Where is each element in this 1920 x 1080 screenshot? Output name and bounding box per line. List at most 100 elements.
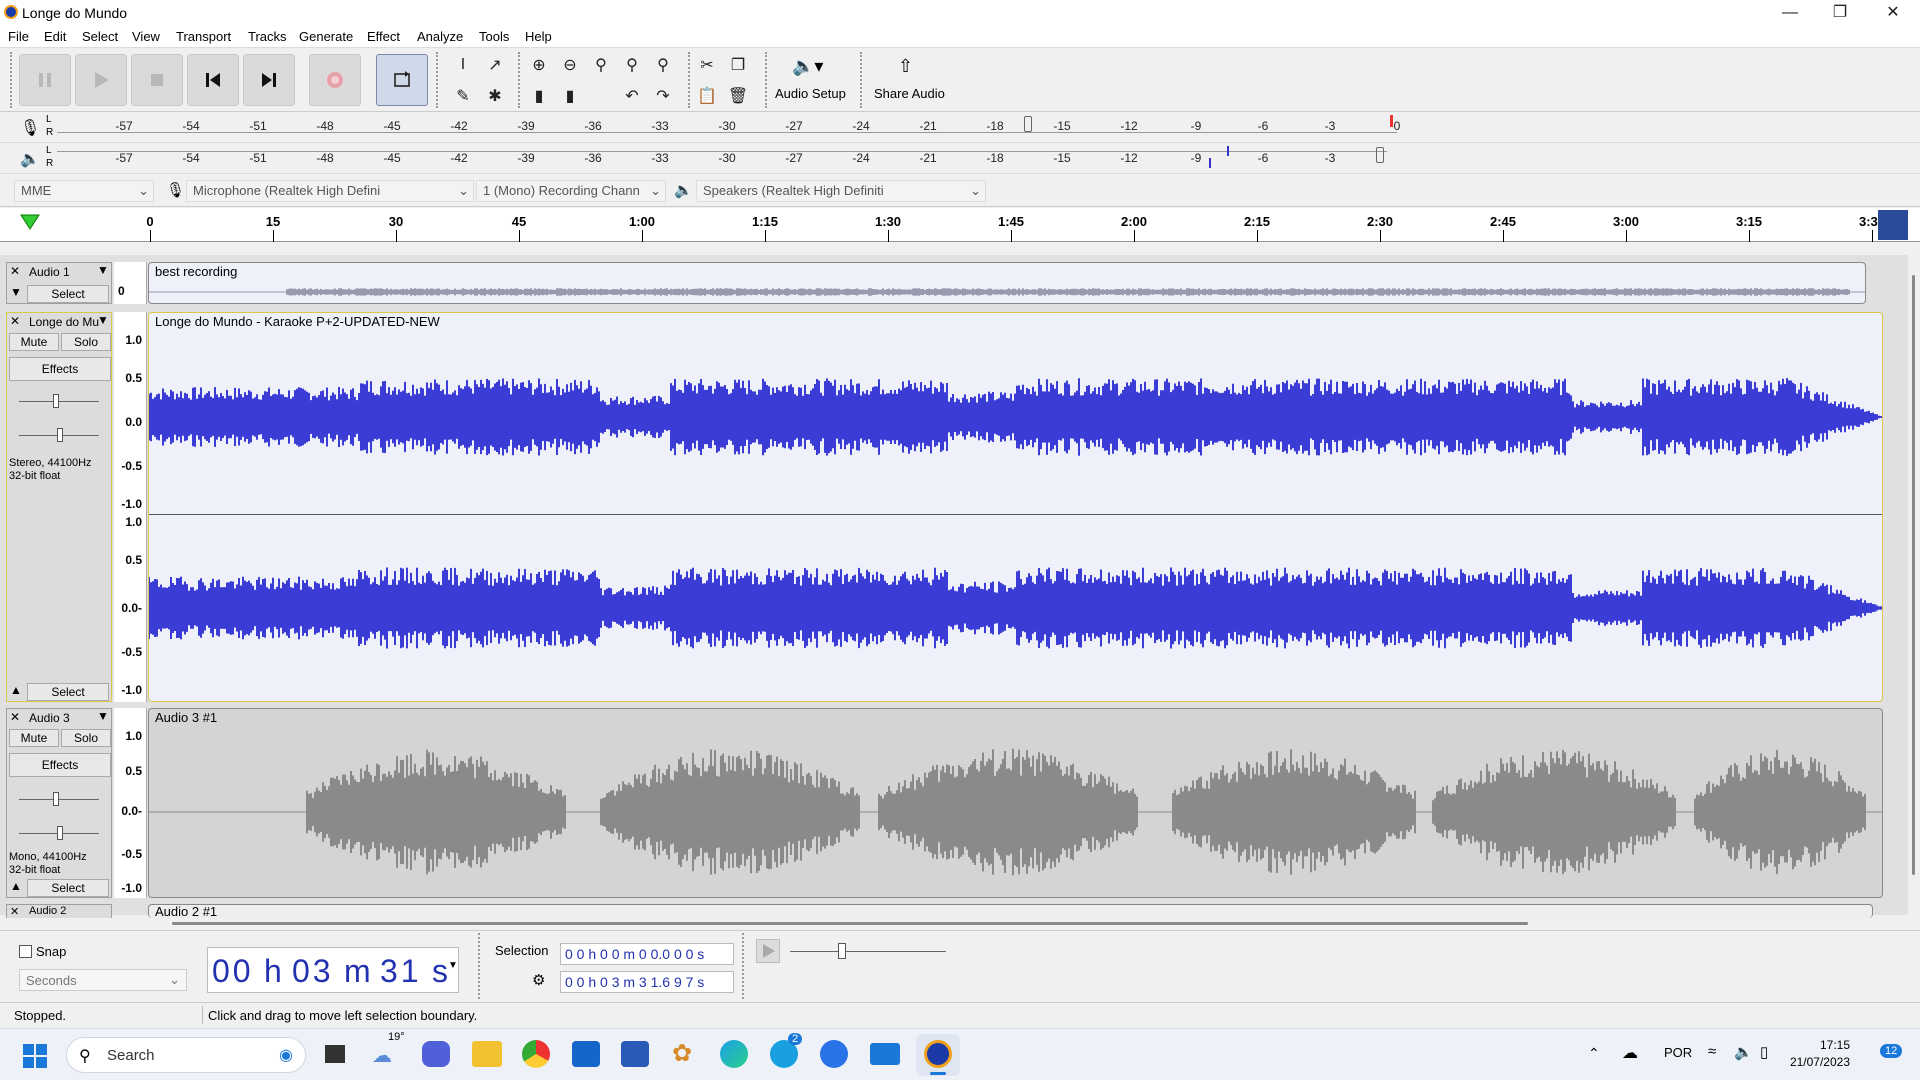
effects-button[interactable]: Effects [9, 753, 111, 777]
multi-tool-icon[interactable]: ✱ [481, 83, 509, 109]
toolbar-grip[interactable] [765, 52, 770, 108]
zoom-toggle-icon[interactable]: ⚲ [649, 52, 677, 78]
pan-slider-thumb[interactable] [57, 428, 63, 442]
pan-slider-thumb[interactable] [57, 826, 63, 840]
draw-tool-icon[interactable]: ✎ [449, 83, 477, 109]
track-name[interactable]: Longe do Mu [29, 315, 99, 329]
onedrive-icon[interactable]: ☁ [1622, 1043, 1638, 1063]
playback-meter[interactable]: 🔈 L R -57 -54 -51 -48 -45 -42 -39 -36 -33 -30 -27 -… [0, 144, 1920, 174]
copy-icon[interactable]: ❐ [724, 52, 752, 78]
undo-icon[interactable]: ↶ [618, 83, 646, 109]
track-control-audio-1[interactable]: ✕ Audio 1 ▼ ▼ Select [6, 262, 112, 304]
snap-unit-select[interactable]: Seconds ⌄ [19, 969, 187, 991]
collapse-track-icon[interactable]: ▼ [10, 285, 22, 299]
gain-slider-thumb[interactable] [53, 394, 59, 408]
record-level-slider[interactable] [1024, 116, 1032, 132]
clip-audio-3[interactable]: Audio 3 #1 [148, 708, 1883, 898]
edge-icon[interactable] [720, 1040, 748, 1068]
language-indicator[interactable]: POR [1664, 1045, 1692, 1060]
paint-icon[interactable]: ✿ [672, 1039, 692, 1068]
collapse-track-icon[interactable]: ▲ [10, 683, 22, 697]
selection-end-field[interactable]: 0 0 h 0 3 m 3 1.6 9 7 s [560, 971, 734, 993]
select-button[interactable]: Select [27, 285, 109, 303]
wifi-icon[interactable]: ≈ [1708, 1043, 1716, 1060]
close-track-icon[interactable]: ✕ [10, 905, 19, 918]
clip-longe-do-mundo[interactable]: Longe do Mundo - Karaoke P+2-UPDATED-NEW [148, 312, 1883, 702]
menu-generate[interactable]: Generate [299, 29, 353, 44]
battery-icon[interactable]: ▯ [1760, 1043, 1768, 1061]
horizontal-scroll-thumb[interactable] [172, 922, 1528, 925]
teams-chat-icon[interactable] [422, 1041, 450, 1067]
fit-selection-icon[interactable]: ⚲ [587, 52, 615, 78]
mail-icon[interactable] [870, 1043, 900, 1065]
notification-badge[interactable]: 12 [1880, 1044, 1903, 1058]
audio-setup-button[interactable]: 🔈▾ Audio Setup [772, 54, 852, 106]
loop-button[interactable] [376, 54, 428, 106]
chrome-icon[interactable] [522, 1040, 550, 1068]
windows-start-icon[interactable] [22, 1043, 48, 1069]
menu-tools[interactable]: Tools [479, 29, 509, 44]
silence-audio-icon[interactable]: ▮ [556, 83, 584, 109]
menu-analyze[interactable]: Analyze [417, 29, 463, 44]
select-button[interactable]: Select [27, 879, 109, 897]
audio-host-select[interactable]: MME ⌄ [14, 180, 154, 202]
snap-checkbox[interactable] [19, 945, 32, 958]
recording-channels-select[interactable]: 1 (Mono) Recording Chann ⌄ [476, 180, 666, 202]
audacity-taskbar-item[interactable] [916, 1034, 960, 1076]
volume-icon[interactable]: 🔈 [1734, 1043, 1753, 1061]
clip-best-recording[interactable]: best recording [148, 262, 1866, 304]
timeline-ruler[interactable]: 0 15 30 45 1:00 1:15 1:30 1:45 2:00 2:15 2:30 2:45 3… [0, 208, 1920, 242]
menu-transport[interactable]: Transport [176, 29, 231, 44]
track-name[interactable]: Audio 3 [29, 711, 70, 725]
vertical-scroll-thumb[interactable] [1912, 275, 1915, 875]
skip-start-button[interactable] [187, 54, 239, 106]
solo-button[interactable]: Solo [61, 729, 111, 747]
menu-help[interactable]: Help [525, 29, 552, 44]
effects-button[interactable]: Effects [9, 357, 111, 381]
clock-time[interactable]: 17:15 [1784, 1038, 1850, 1052]
record-meter[interactable]: 🎙 L R -57 -54 -51 -48 -45 -42 -39 -36 -33 -30 -27-… [0, 113, 1920, 143]
paste-icon[interactable]: 📋 [693, 83, 721, 109]
task-view-icon[interactable] [325, 1045, 345, 1063]
gear-icon[interactable]: ⚙ [532, 971, 545, 989]
playback-device-select[interactable]: Speakers (Realtek High Definiti ⌄ [696, 180, 986, 202]
record-button[interactable] [309, 54, 361, 106]
track-menu-chevron-icon[interactable]: ▼ [97, 709, 109, 723]
solo-button[interactable]: Solo [61, 333, 111, 351]
toolbar-grip[interactable] [478, 933, 483, 999]
play-button[interactable] [75, 54, 127, 106]
play-speed-slider[interactable] [790, 951, 946, 952]
word-icon[interactable] [621, 1041, 649, 1067]
collapse-track-icon[interactable]: ▲ [10, 879, 22, 893]
toolbar-grip[interactable] [742, 933, 747, 999]
redo-icon[interactable]: ↷ [649, 83, 677, 109]
delete-icon[interactable]: 🗑 [724, 83, 752, 109]
menu-select[interactable]: Select [82, 29, 118, 44]
close-track-icon[interactable]: ✕ [10, 314, 20, 328]
track-name[interactable]: Audio 1 [29, 265, 70, 279]
time-display[interactable]: 00 h 03 m 31 s ▼ [207, 947, 459, 993]
play-head-triangle-icon[interactable] [19, 212, 41, 232]
play-at-speed-button[interactable] [756, 939, 780, 963]
stop-button[interactable] [131, 54, 183, 106]
track-menu-chevron-icon[interactable]: ▼ [97, 313, 109, 327]
mute-button[interactable]: Mute [9, 729, 59, 747]
skip-end-button[interactable] [243, 54, 295, 106]
close-track-icon[interactable]: ✕ [10, 710, 20, 724]
play-speed-thumb[interactable] [838, 943, 846, 959]
horizontal-scrollbar[interactable] [0, 918, 1920, 930]
track-control-longe-do-mundo[interactable]: ✕ Longe do Mu ▼ Mute Solo Effects Stereo… [6, 312, 112, 702]
share-audio-button[interactable]: ⇧ Share Audio [868, 54, 948, 106]
track-control-audio-2[interactable]: ✕ Audio 2 [6, 904, 112, 918]
recording-device-select[interactable]: Microphone (Realtek High Defini ⌄ [186, 180, 474, 202]
taskbar-search[interactable]: ⚲ Search ◉ [66, 1037, 306, 1073]
cut-icon[interactable]: ✂ [693, 52, 721, 78]
clip-audio-2[interactable]: Audio 2 #1 [148, 904, 1873, 918]
track-name[interactable]: Audio 2 [29, 905, 66, 917]
mute-button[interactable]: Mute [9, 333, 59, 351]
zoom-in-icon[interactable]: ⊕ [525, 52, 553, 78]
pause-button[interactable] [19, 54, 71, 106]
outlook-icon[interactable] [572, 1041, 600, 1067]
menu-edit[interactable]: Edit [44, 29, 66, 44]
fit-project-icon[interactable]: ⚲ [618, 52, 646, 78]
